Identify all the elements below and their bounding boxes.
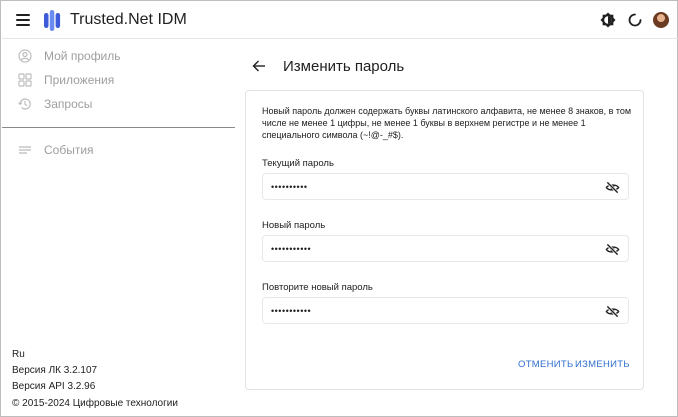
user-avatar[interactable] — [653, 12, 669, 28]
trusted-net-logo-icon — [44, 10, 61, 31]
app-header: Trusted.Net IDM — [2, 2, 678, 39]
current-password-label: Текущий пароль — [262, 158, 334, 169]
language-switch[interactable]: Ru — [12, 349, 25, 360]
new-password-input[interactable] — [271, 244, 571, 254]
repeat-password-field — [262, 297, 629, 324]
visibility-off-icon[interactable] — [605, 242, 620, 257]
window-frame: Trusted.Net IDM Мой профиль Приложения З… — [0, 0, 678, 417]
repeat-password-label: Повторите новый пароль — [262, 282, 373, 293]
app-title: Trusted.Net IDM — [70, 11, 187, 28]
visibility-off-icon[interactable] — [605, 304, 620, 319]
repeat-password-input[interactable] — [271, 306, 571, 316]
copyright: © 2015-2024 Цифровые технологии — [12, 398, 178, 409]
sidebar-item-events[interactable]: События — [2, 139, 235, 161]
sidebar-item-profile[interactable]: Мой профиль — [2, 45, 235, 67]
new-password-field — [262, 235, 629, 262]
sidebar-divider — [2, 127, 235, 128]
theme-toggle-icon[interactable] — [600, 12, 616, 28]
sidebar-item-label: События — [44, 143, 94, 157]
current-password-field — [262, 173, 629, 200]
submit-change-button[interactable]: ИЗМЕНИТЬ — [575, 359, 630, 370]
menu-icon[interactable] — [16, 14, 30, 26]
list-icon — [19, 146, 31, 154]
password-requirements-hint: Новый пароль должен содержать буквы лати… — [262, 106, 632, 140]
lk-version: Версия ЛК 3.2.107 — [12, 365, 98, 376]
page-title: Изменить пароль — [283, 58, 405, 75]
change-password-card: Новый пароль должен содержать буквы лати… — [245, 90, 644, 390]
history-icon — [18, 98, 31, 110]
current-password-input[interactable] — [271, 182, 571, 192]
cancel-button[interactable]: ОТМЕНИТЬ — [518, 359, 574, 370]
sidebar-item-label: Мой профиль — [44, 49, 121, 63]
sidebar-item-apps[interactable]: Приложения — [2, 69, 235, 91]
sidebar-item-label: Приложения — [44, 73, 115, 87]
sidebar-item-requests[interactable]: Запросы — [2, 93, 235, 115]
sidebar: Мой профиль Приложения Запросы События R… — [2, 40, 235, 417]
loading-spinner-icon — [628, 13, 642, 27]
visibility-off-icon[interactable] — [605, 180, 620, 195]
account-circle-icon — [18, 49, 32, 63]
back-arrow-icon[interactable] — [252, 59, 266, 73]
sidebar-item-label: Запросы — [44, 97, 93, 111]
api-version: Версия API 3.2.96 — [12, 381, 96, 392]
apps-grid-icon — [18, 73, 32, 87]
new-password-label: Новый пароль — [262, 220, 326, 231]
